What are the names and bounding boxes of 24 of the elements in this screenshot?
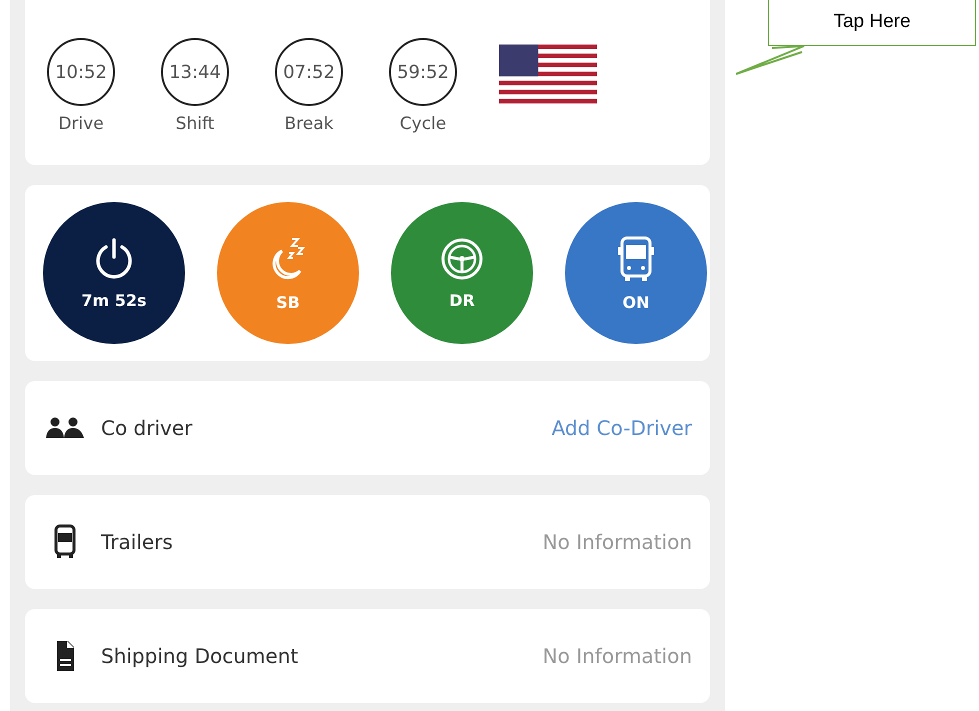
people-icon: [45, 416, 85, 440]
row-label: Shipping Document: [101, 644, 300, 668]
info-row[interactable]: Shipping Document No Information: [25, 609, 710, 703]
timer-ring: 10:52: [47, 38, 115, 106]
status-button[interactable]: ON: [565, 202, 707, 344]
status-button[interactable]: 7m 52s: [43, 202, 185, 344]
info-row[interactable]: Trailers No Information: [25, 495, 710, 589]
status-button[interactable]: DR: [391, 202, 533, 344]
timer-ring: 13:44: [161, 38, 229, 106]
row-value: No Information: [542, 644, 692, 668]
row-label: Co driver: [101, 416, 194, 440]
info-row[interactable]: Co driver Add Co-Driver: [25, 381, 710, 475]
bus-icon: [616, 234, 656, 282]
flag-icon[interactable]: [499, 44, 597, 104]
steering-wheel-icon: [440, 236, 484, 280]
timer-label: Drive: [58, 114, 104, 134]
row-label: Trailers: [101, 530, 174, 554]
timer-ring: 07:52: [275, 38, 343, 106]
row-value: No Information: [542, 530, 692, 554]
callout-box: Tap Here: [768, 0, 976, 46]
timer-label: Cycle: [400, 114, 446, 134]
timer-label: Shift: [176, 114, 214, 134]
timer-ring: 59:52: [389, 38, 457, 106]
timer-label: Break: [284, 114, 334, 134]
